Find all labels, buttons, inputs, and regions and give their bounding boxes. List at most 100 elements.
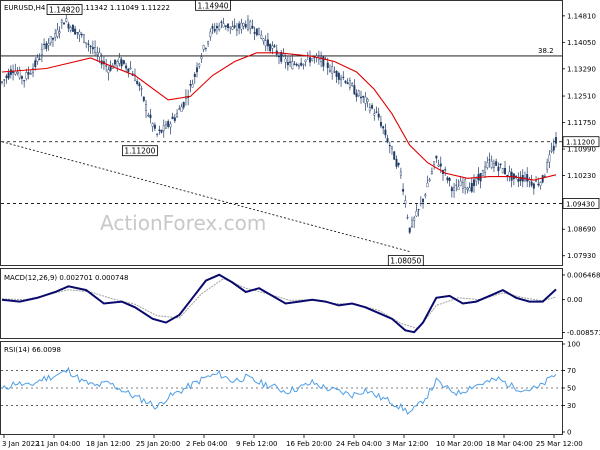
candle-body <box>36 57 39 62</box>
candle-body <box>490 160 493 168</box>
candle-body <box>262 38 265 42</box>
candle-body <box>85 42 88 44</box>
candle-body <box>7 72 10 79</box>
candle-body <box>530 181 533 186</box>
swing-label: 1.14940 <box>195 0 231 11</box>
candle-body <box>222 23 225 28</box>
candle-body <box>450 187 453 192</box>
candle-body <box>96 52 99 55</box>
candle-body <box>215 26 218 29</box>
candle-body <box>302 63 305 66</box>
candle-body <box>397 162 400 166</box>
candle-body <box>404 200 407 204</box>
candle-body <box>408 227 411 233</box>
candle-body <box>433 161 436 165</box>
candle-body <box>371 105 374 109</box>
candle-body <box>160 129 163 133</box>
candle-body <box>435 155 438 159</box>
candle-body <box>3 79 6 81</box>
candle-body <box>382 126 385 129</box>
candle-body <box>309 57 311 63</box>
candle-body <box>94 47 97 53</box>
candle-body <box>122 60 125 64</box>
candle-body <box>353 85 356 95</box>
candle-body <box>242 23 245 27</box>
candle-body <box>191 84 194 88</box>
time-tick-label: 9 Feb 12:00 <box>236 440 277 448</box>
candle-body <box>379 122 382 127</box>
candle-body <box>171 116 174 120</box>
candle-body <box>209 31 212 38</box>
candle-body <box>406 217 409 219</box>
time-tick-label: 3 Jan 2022 <box>2 440 40 448</box>
candle-body <box>300 62 303 66</box>
candle-body <box>56 29 59 37</box>
candle-body <box>444 169 447 171</box>
candle-body <box>351 83 354 86</box>
candle-body <box>178 108 181 110</box>
candle-body <box>198 63 201 67</box>
candle-body <box>25 72 28 79</box>
candle-body <box>189 84 192 86</box>
price-tick-label: 1.07930 <box>567 252 596 260</box>
rsi-tick-label: 100 <box>567 341 580 349</box>
candle-body <box>473 179 475 186</box>
macd-title: MACD(12,26,9) 0.002701 0.000748 <box>4 274 128 282</box>
candle-body <box>142 96 145 101</box>
candle-body <box>492 163 495 169</box>
candle-body <box>504 168 507 175</box>
price-tick-label: 1.13290 <box>567 65 596 73</box>
candle-body <box>204 48 207 50</box>
candle-body <box>145 104 148 111</box>
candle-body <box>346 82 349 85</box>
candle-body <box>125 65 128 69</box>
price-tick-label: 1.08690 <box>567 226 596 234</box>
candle-body <box>344 80 347 83</box>
candle-body <box>224 25 227 27</box>
candle-body <box>1 81 3 83</box>
candle-body <box>362 96 365 98</box>
candle-body <box>18 69 21 79</box>
candle-body <box>235 29 238 31</box>
candle-body <box>151 123 154 127</box>
candle-body <box>264 40 267 47</box>
candle-body <box>153 124 156 129</box>
candle-body <box>337 72 340 80</box>
candle-body <box>466 187 469 190</box>
candle-body <box>430 171 433 174</box>
candle-body <box>156 133 159 135</box>
price-tick-label: 1.10230 <box>567 172 596 180</box>
candle-body <box>251 25 254 29</box>
candle-body <box>118 57 121 64</box>
candle-body <box>360 96 362 99</box>
candle-body <box>87 43 90 45</box>
candle-body <box>74 28 77 35</box>
candle-body <box>424 194 427 197</box>
candle-body <box>386 138 389 143</box>
candle-body <box>428 179 431 182</box>
swing-label-text: 1.11200 <box>124 147 155 156</box>
candle-body <box>395 158 398 167</box>
candle-body <box>9 69 12 75</box>
candle-body <box>284 58 287 63</box>
candle-body <box>537 183 540 186</box>
time-tick-label: 2 Feb 04:00 <box>186 440 227 448</box>
candle <box>481 169 484 176</box>
rsi-tick-label: 70 <box>567 367 576 375</box>
candle-body <box>286 62 289 66</box>
candle-body <box>355 93 358 97</box>
candle-body <box>23 80 26 82</box>
candle-body <box>399 171 402 176</box>
candle-body <box>162 125 165 131</box>
candle-body <box>328 70 331 72</box>
time-tick-label: 10 Mar 20:00 <box>436 440 483 448</box>
candle-body <box>91 47 94 50</box>
time-tick-label: 18 Jan 12:00 <box>86 440 130 448</box>
time-tick-label: 3 Mar 12:00 <box>386 440 428 448</box>
time-tick-label: 18 Mar 04:00 <box>486 440 533 448</box>
candle-body <box>488 159 491 161</box>
candle-body <box>229 26 232 29</box>
candle-body <box>415 210 418 217</box>
swing-label: 1.11200 <box>121 145 158 157</box>
candle-body <box>158 129 161 131</box>
